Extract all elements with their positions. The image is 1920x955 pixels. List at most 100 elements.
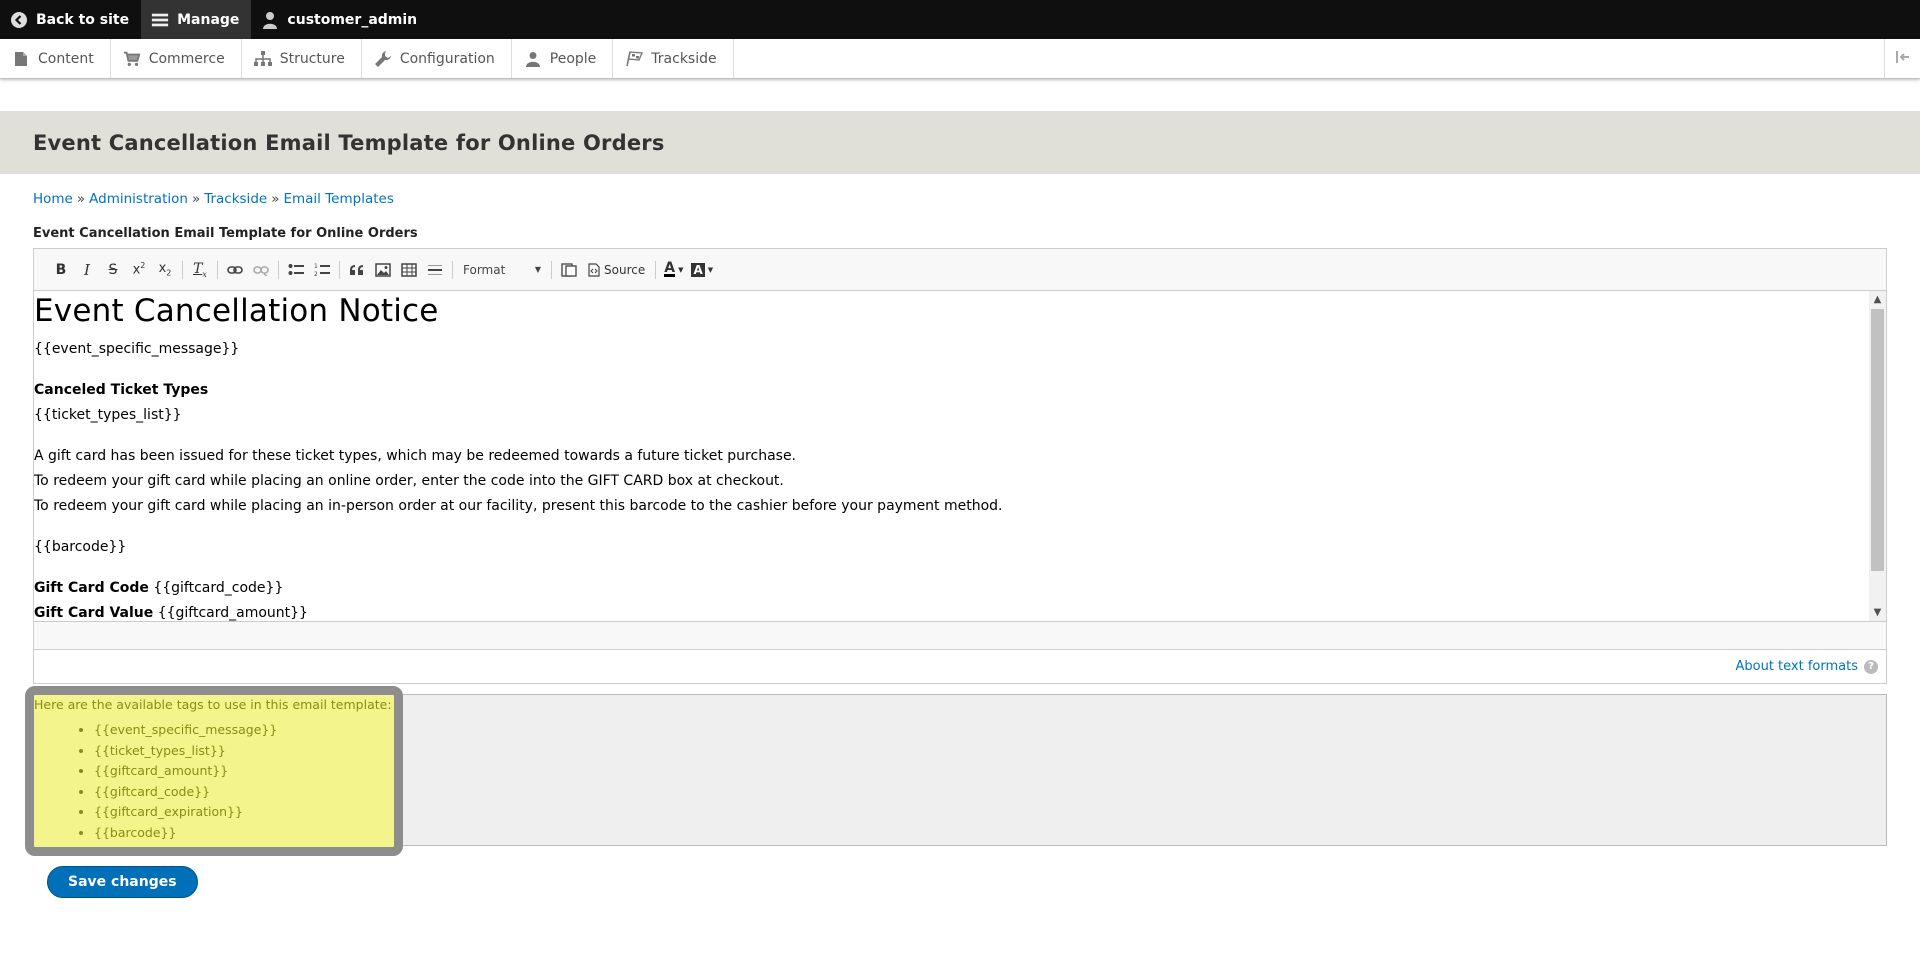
toolbar-separator (655, 260, 657, 279)
scroll-down-icon[interactable]: ▼ (1869, 604, 1886, 621)
breadcrumb-home[interactable]: Home (33, 191, 73, 207)
tray-item-commerce[interactable]: Commerce (111, 39, 242, 78)
help-icon[interactable]: ? (1864, 659, 1878, 674)
tag-item: {{ticket_types_list}} (94, 741, 392, 762)
tray-item-structure[interactable]: Structure (242, 39, 362, 78)
breadcrumb-separator: » (191, 191, 201, 207)
user-label: customer_admin (287, 11, 418, 28)
ticket-types-heading: Canceled Ticket Types (34, 378, 1866, 403)
tray-item-trackside[interactable]: Trackside (613, 39, 734, 78)
subscript-icon: x2 (158, 261, 172, 278)
remove-format-icon: Tx (193, 260, 207, 279)
editor-scrollbar[interactable]: ▲ ▼ (1869, 291, 1886, 621)
save-changes-button[interactable]: Save changes (47, 866, 198, 898)
text-color-icon: A (664, 260, 676, 277)
toolbar-separator (339, 260, 340, 279)
format-dropdown[interactable]: Format ▼ (457, 257, 547, 283)
ticket-types-heading-text: Canceled Ticket Types (34, 382, 209, 398)
breadcrumb-separator: » (271, 191, 280, 207)
toolbar-separator (182, 260, 183, 279)
gift-card-value-line: Gift Card Value {{giftcard_amount}} (34, 601, 1866, 621)
user-icon (261, 11, 279, 29)
toolbar-separator (452, 260, 453, 279)
breadcrumb-trackside[interactable]: Trackside (204, 191, 267, 207)
tray-item-label: People (549, 50, 597, 67)
bulleted-list-icon (288, 263, 304, 275)
link-button[interactable] (222, 257, 248, 283)
breadcrumb-separator: » (76, 191, 86, 207)
format-dropdown-label: Format (463, 262, 506, 277)
italic-button[interactable]: I (74, 257, 100, 283)
unlink-button[interactable] (248, 257, 274, 283)
tray-orientation-toggle[interactable] (1884, 39, 1920, 78)
tray-item-label: Structure (279, 50, 345, 67)
table-button[interactable] (396, 257, 422, 283)
back-to-site-label: Back to site (36, 11, 130, 28)
tag-item: {{giftcard_amount}} (94, 761, 392, 782)
numbered-list-icon: 12 (314, 263, 330, 277)
scrollbar-thumb[interactable] (1871, 309, 1884, 571)
quote-icon (350, 264, 363, 275)
source-button[interactable]: Source (582, 263, 651, 277)
chevron-down-icon: ▼ (678, 265, 684, 274)
toolbar-separator (551, 260, 552, 279)
gift-card-code-line: Gift Card Code {{giftcard_code}} (34, 576, 1866, 601)
tray-item-label: Content (38, 50, 94, 67)
editor-content-area[interactable]: Event Cancellation Notice {{event_specif… (34, 291, 1886, 621)
tray-item-configuration[interactable]: Configuration (362, 39, 512, 78)
about-text-formats-link[interactable]: About text formats (1735, 659, 1858, 674)
manage-tab[interactable]: Manage (141, 0, 252, 39)
tray-item-people[interactable]: People (512, 39, 614, 78)
link-icon (227, 265, 243, 274)
background-color-button[interactable]: A ▼ (687, 257, 717, 283)
superscript-button[interactable]: x2 (126, 257, 152, 283)
tag-item: {{barcode}} (94, 823, 392, 844)
numbered-list-button[interactable]: 12 (309, 257, 335, 283)
superscript-icon: x2 (132, 261, 146, 278)
source-label: Source (604, 262, 646, 277)
text-color-button[interactable]: A ▼ (660, 257, 687, 283)
email-heading: Event Cancellation Notice (34, 293, 439, 329)
tag-item: {{giftcard_code}} (94, 782, 392, 803)
editor-bottom-bar (34, 621, 1886, 649)
tags-intro: Here are the available tags to use in th… (34, 697, 392, 712)
gift-card-line-2: To redeem your gift card while placing a… (34, 473, 784, 489)
bold-icon: B (55, 261, 67, 278)
bold-button[interactable]: B (48, 257, 74, 283)
subscript-button[interactable]: x2 (152, 257, 178, 283)
user-tab[interactable]: customer_admin (251, 0, 429, 39)
collapse-left-icon (1895, 49, 1911, 68)
breadcrumb: Home» Administration» Trackside» Email Temp… (33, 191, 1887, 207)
blockquote-button[interactable] (344, 257, 370, 283)
rich-text-editor: B I S x2 x2 Tx 12 Format ▼ Source A ▼ A … (33, 248, 1887, 650)
person-icon (524, 50, 542, 68)
sitemap-icon (253, 50, 272, 68)
breadcrumb-administration[interactable]: Administration (89, 191, 188, 207)
gift-card-value-token: {{giftcard_amount}} (153, 605, 308, 621)
ticket-types-token: {{ticket_types_list}} (34, 407, 182, 423)
cart-icon (123, 50, 141, 68)
scroll-up-icon[interactable]: ▲ (1869, 291, 1886, 308)
field-label: Event Cancellation Email Template for On… (33, 226, 418, 241)
bulleted-list-button[interactable] (283, 257, 309, 283)
horizontal-line-button[interactable] (422, 257, 448, 283)
show-blocks-button[interactable] (556, 257, 582, 283)
image-button[interactable] (370, 257, 396, 283)
page-icon (12, 50, 30, 68)
event-message-token: {{event_specific_message}} (34, 341, 240, 357)
strikethrough-button[interactable]: S (100, 257, 126, 283)
breadcrumb-email-templates[interactable]: Email Templates (283, 191, 393, 207)
svg-text:1: 1 (314, 263, 318, 270)
chevron-down-icon: ▼ (707, 265, 714, 274)
tray-item-label: Trackside (651, 50, 717, 67)
tags-list: {{event_specific_message}} {{ticket_type… (34, 720, 392, 843)
tray-item-content[interactable]: Content (0, 39, 111, 78)
back-to-site-link[interactable]: Back to site (0, 0, 141, 39)
image-icon (375, 262, 391, 277)
source-icon (588, 262, 600, 277)
gift-card-code-label: Gift Card Code (34, 580, 149, 596)
page-header: Event Cancellation Email Template for On… (0, 111, 1920, 174)
table-icon (401, 262, 417, 277)
checkered-flag-icon (625, 50, 644, 68)
remove-format-button[interactable]: Tx (187, 257, 213, 283)
